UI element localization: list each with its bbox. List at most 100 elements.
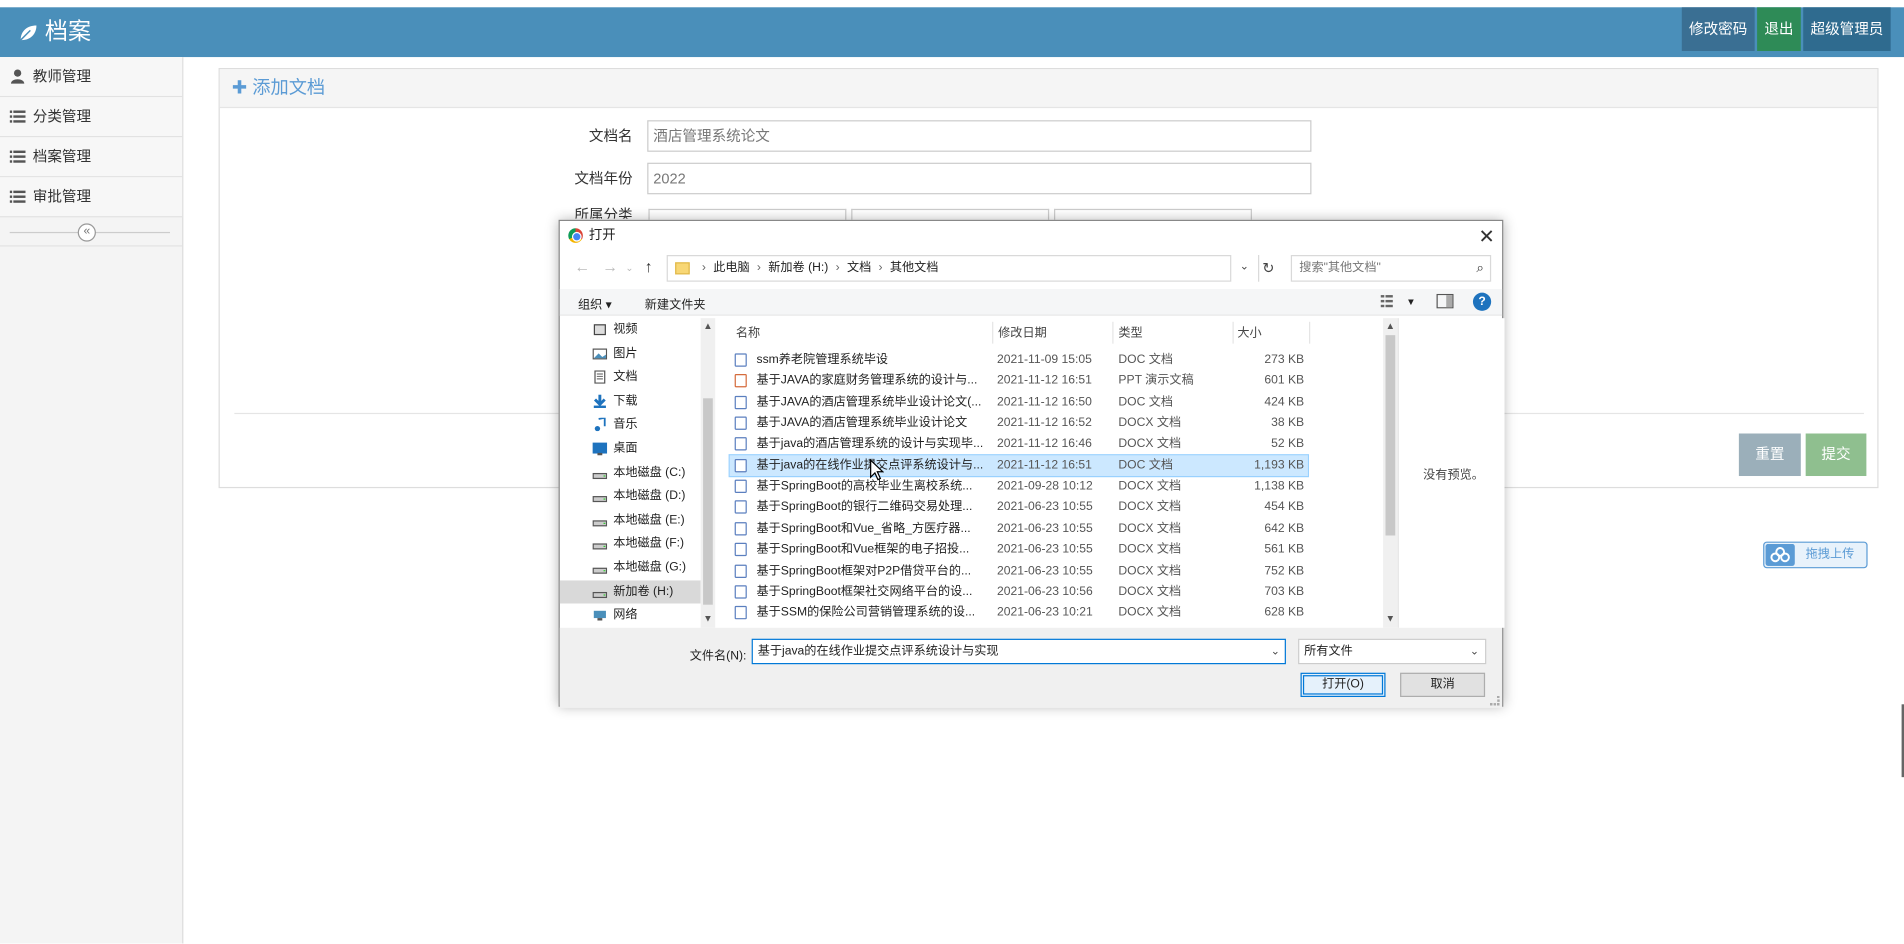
change-password-button[interactable]: 修改密码 (1681, 7, 1755, 52)
desktop-icon (592, 442, 608, 456)
file-size: 424 KB (1264, 395, 1305, 409)
breadcrumb-item[interactable]: 新加卷 (H:) (768, 256, 828, 280)
scrollbar-thumb[interactable] (1385, 335, 1396, 536)
breadcrumb-item[interactable]: 此电脑 (713, 256, 749, 280)
scroll-up-icon[interactable]: ▲ (1386, 321, 1396, 332)
tree-item[interactable]: 网络 (560, 604, 701, 627)
drag-upload-label: 拖拽上传 (1805, 547, 1855, 562)
word-file-icon (734, 500, 747, 515)
file-name: 基于SpringBoot框架社交网络平台的设... (756, 585, 973, 599)
back-arrow-icon[interactable]: ← (574, 257, 590, 275)
tree-item[interactable]: 视频 (560, 318, 701, 341)
file-type: DOCX 文档 (1118, 479, 1182, 494)
file-size: 1,193 KB (1254, 458, 1305, 473)
refresh-icon[interactable]: ↻ (1258, 255, 1277, 282)
submit-button[interactable]: 提交 (1805, 433, 1867, 477)
file-row[interactable]: 基于java的酒店管理系统的设计与实现毕... 2021-11-12 16:46 D… (730, 434, 1308, 455)
file-row[interactable]: 基于JAVA的酒店管理系统毕业设计论文(... 2021-11-12 16:50 D… (730, 392, 1308, 413)
tree-item[interactable]: 新加卷 (H:) (559, 579, 701, 604)
tree-item[interactable]: 文档 (560, 366, 701, 389)
help-icon[interactable]: ? (1472, 292, 1492, 311)
chevron-right-icon: › (878, 261, 883, 275)
chevron-down-icon[interactable]: ▼ (1406, 296, 1416, 307)
recent-locations-chevron-icon[interactable]: ⌄ (625, 262, 633, 273)
top-nav: 修改密码 退出 超级管理员 (1679, 7, 1891, 52)
user-role-button[interactable]: 超级管理员 (1803, 7, 1891, 52)
cancel-button[interactable]: 取消 (1400, 672, 1486, 698)
sidebar-item-categories[interactable]: 分类管理 (0, 97, 183, 138)
new-folder-button[interactable]: 新建文件夹 (645, 294, 706, 312)
file-row[interactable]: 基于SpringBoot框架社交网络平台的设... 2021-06-23 10:5… (730, 581, 1308, 602)
reset-button[interactable]: 重置 (1738, 433, 1801, 477)
tree-item[interactable]: 音乐 (560, 413, 701, 436)
column-header-type[interactable]: 类型 (1118, 321, 1234, 344)
tree-item[interactable]: 图片 (560, 342, 701, 365)
resize-grip-icon[interactable] (1489, 695, 1500, 706)
tree-item[interactable]: 本地磁盘 (E:) (560, 509, 701, 532)
column-header-size[interactable]: 大小 (1237, 321, 1311, 344)
tree-item[interactable]: 下载 (560, 390, 701, 413)
drag-upload-button[interactable]: 拖拽上传 (1763, 541, 1868, 569)
sidebar-item-archives[interactable]: 档案管理 (0, 137, 183, 178)
file-date: 2021-11-12 16:46 (996, 437, 1092, 451)
chevron-down-icon[interactable]: ⌄ (1271, 640, 1280, 663)
dialog-title: 打开 (588, 228, 616, 243)
file-row[interactable]: 基于SpringBoot和Vue_省略_方医疗器... 2021-06-23 10… (730, 518, 1308, 539)
collapse-sidebar-button[interactable]: « (77, 223, 96, 242)
address-bar[interactable]: › 此电脑 › 新加卷 (H:) › 文档 › 其他文档 (666, 255, 1232, 282)
file-row[interactable]: 基于SSM的保险公司营销管理系统的设... 2021-06-23 10:21 DOC… (730, 603, 1308, 624)
document-year-input[interactable]: 2022 (647, 162, 1312, 195)
file-list-scrollbar[interactable]: ▲ ▼ (1383, 318, 1398, 628)
file-row[interactable]: 基于JAVA的家庭财务管理系统的设计与... 2021-11-12 16:51 PP… (730, 371, 1308, 392)
tree-item[interactable]: 本地磁盘 (C:) (560, 461, 701, 484)
drive-icon (592, 591, 608, 598)
preview-pane-icon[interactable] (1436, 293, 1454, 309)
file-row[interactable]: 基于SpringBoot框架对P2P借贷平台的... 2021-06-23 10:… (730, 560, 1308, 581)
close-icon[interactable]: ✕ (1479, 223, 1495, 252)
view-options-icon[interactable] (1380, 294, 1398, 309)
column-header-date[interactable]: 修改日期 (998, 321, 1114, 344)
file-row[interactable]: 基于java的在线作业提交点评系统设计与... 2021-11-12 16:51 D… (728, 453, 1310, 477)
tree-scrollbar[interactable]: ▲ ▼ (700, 318, 716, 628)
file-row[interactable]: 基于SpringBoot的银行二维码交易处理... 2021-06-23 10:5… (730, 497, 1308, 518)
filename-value: 基于java的在线作业提交点评系统设计与实现 (757, 644, 999, 659)
open-file-dialog: 打开 ✕ ← → ⌄ ↑ › 此电脑 › 新加卷 (H:) › 文档 › 其他文… (558, 219, 1505, 708)
scrollbar-thumb[interactable] (703, 398, 713, 605)
tree-item[interactable]: 本地磁盘 (D:) (560, 485, 701, 508)
column-header-name[interactable]: 名称 (736, 321, 994, 344)
breadcrumb-item[interactable]: 其他文档 (890, 256, 939, 280)
file-row[interactable]: 基于SpringBoot和Vue框架的电子招投... 2021-06-23 10:… (730, 539, 1308, 560)
up-arrow-icon[interactable]: ↑ (645, 257, 653, 275)
file-size: 642 KB (1264, 521, 1305, 536)
user-icon (10, 69, 25, 84)
sidebar-item-label: 档案管理 (32, 147, 92, 165)
breadcrumb-item[interactable]: 文档 (847, 256, 871, 280)
search-input[interactable]: 搜索"其他文档" ⌕ (1290, 255, 1492, 282)
filename-input[interactable]: 基于java的在线作业提交点评系统设计与实现 ⌄ (751, 638, 1286, 665)
scroll-up-icon[interactable]: ▲ (703, 321, 713, 332)
file-row[interactable]: ssm养老院管理系统毕设 2021-11-09 15:05 DOC 文档 273 KB (730, 350, 1308, 371)
dialog-title-bar[interactable]: 打开 ✕ (560, 221, 1502, 250)
scroll-down-icon[interactable]: ▼ (1386, 613, 1396, 624)
form-row-document-year: 文档年份 2022 (220, 162, 1434, 195)
top-bar: 档案 修改密码 退出 超级管理员 (0, 7, 1904, 58)
file-row[interactable]: 基于JAVA的酒店管理系统毕业设计论文 2021-11-12 16:52 DOCX … (730, 413, 1308, 434)
brand[interactable]: 档案 (18, 7, 91, 57)
forward-arrow-icon[interactable]: → (602, 257, 618, 275)
file-date: 2021-11-09 15:05 (996, 353, 1092, 367)
logout-button[interactable]: 退出 (1757, 7, 1801, 52)
organize-button[interactable]: 组织 ▾ (578, 294, 612, 312)
sidebar-item-teachers[interactable]: 教师管理 (0, 57, 183, 98)
file-type-select[interactable]: 所有文件 ⌄ (1298, 638, 1487, 665)
file-row[interactable]: 基于SpringBoot的高校毕业生离校系统... 2021-09-28 10:1… (730, 476, 1308, 497)
document-name-input[interactable]: 酒店管理系统论文 (647, 120, 1312, 152)
plus-icon: ✚ (231, 77, 248, 99)
scroll-down-icon[interactable]: ▼ (703, 613, 713, 624)
sidebar-item-approvals[interactable]: 审批管理 (0, 177, 183, 218)
list-icon (9, 110, 26, 123)
chevron-down-icon[interactable]: ⌄ (1240, 260, 1249, 273)
tree-item[interactable]: 桌面 (560, 437, 701, 460)
tree-item[interactable]: 本地磁盘 (G:) (560, 556, 701, 579)
tree-item[interactable]: 本地磁盘 (F:) (560, 532, 701, 555)
open-button[interactable]: 打开(O) (1300, 672, 1386, 698)
